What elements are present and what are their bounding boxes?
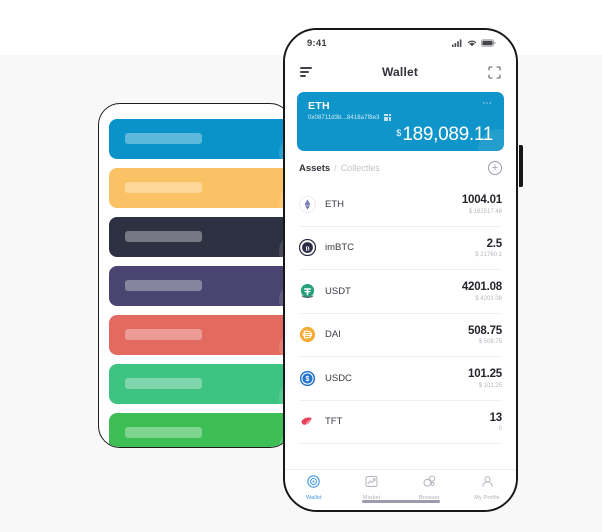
asset-fiat-value: $ 21760.1: [475, 252, 502, 258]
asset-values: 4201.08 $ 4201.08: [462, 281, 502, 302]
token-cards-phone: ♦B◆◇△NBL: [98, 103, 292, 448]
green2-card[interactable]: B: [109, 413, 291, 447]
hamburger-icon[interactable]: [300, 67, 312, 77]
tft-icon: [299, 413, 316, 430]
asset-values: 508.75 $ 508.75: [468, 325, 502, 346]
wallet-icon: [307, 475, 321, 493]
battery-icon: [481, 39, 496, 47]
purple-card[interactable]: ◇: [109, 266, 291, 306]
asset-fiat-value: $ 162517.48: [468, 208, 502, 215]
asset-symbol: TFT: [325, 416, 343, 428]
svg-text:B: B: [305, 246, 310, 253]
eth-icon: [299, 195, 316, 213]
wallet-address: 0x08711d3b...8418a7f8e3: [308, 114, 380, 121]
dark-card[interactable]: ◆: [109, 217, 291, 257]
phone-side-button[interactable]: [519, 145, 523, 187]
wallet-address-row[interactable]: 0x08711d3b...8418a7f8e3: [308, 114, 493, 122]
tab-separator: /: [334, 162, 337, 173]
wallet-phone: 9:41 Wallet ETH 0x08711d3b...8418a7f8e3 …: [283, 28, 518, 512]
asset-symbol: DAI: [325, 329, 341, 341]
asset-row[interactable]: TFT 13 0: [299, 401, 503, 444]
assets-header: Assets / Collectles +: [285, 153, 516, 183]
assets-tabs: Assets / Collectles: [299, 163, 380, 174]
bottom-tab-bar[interactable]: Wallet Market Browser My Profile: [285, 469, 516, 510]
asset-symbol: USDC: [325, 372, 352, 384]
phone-screen: 9:41 Wallet ETH 0x08711d3b...8418a7f8e3 …: [285, 30, 516, 510]
asset-list[interactable]: ETH 1004.01 $ 162517.48 BimBTC 2.5 $ 21760.1 U…: [285, 183, 516, 469]
wallet-balance: $ 189,089.11: [396, 125, 493, 145]
placeholder-bar: [125, 378, 202, 389]
asset-amount: 508.75: [468, 324, 502, 337]
tab-browser[interactable]: Browser: [406, 475, 452, 501]
asset-values: 13 0: [489, 411, 503, 433]
tab-my-profile[interactable]: My Profile: [464, 475, 510, 501]
balance-amount: 189,089.11: [402, 124, 493, 145]
asset-row[interactable]: $ USDC 101.25 $ 101.25: [299, 357, 502, 401]
asset-fiat-value: $ 508.75: [478, 339, 502, 345]
eth-card[interactable]: ♦: [109, 119, 291, 159]
asset-values: 2.5 $ 21760.1: [475, 238, 502, 259]
tab-assets[interactable]: Assets: [299, 163, 330, 174]
usdt-icon: [299, 283, 316, 300]
asset-values: 1004.01 $ 162517.48: [462, 194, 502, 215]
status-time: 9:41: [307, 37, 327, 49]
market-icon: [365, 475, 378, 493]
placeholder-bar: [125, 280, 202, 291]
asset-row[interactable]: BimBTC 2.5 $ 21760.1: [298, 227, 502, 270]
asset-symbol: imBTC: [325, 242, 355, 254]
token-card-stack: ♦B◆◇△NBL: [109, 119, 291, 447]
profile-icon: [481, 475, 494, 493]
asset-fiat-value: $ 4201.08: [475, 295, 502, 302]
asset-symbol: ETH: [325, 198, 344, 210]
dai-icon: [299, 326, 316, 343]
imbtc-icon: B: [298, 239, 317, 257]
scan-icon[interactable]: [488, 65, 501, 79]
asset-row[interactable]: DAI 508.75 $ 508.75: [299, 314, 502, 357]
plus-circle-icon[interactable]: +: [488, 161, 502, 175]
placeholder-bar: [125, 329, 202, 340]
asset-row[interactable]: ETH 1004.01 $ 162517.48: [299, 183, 502, 227]
asset-amount: 1004.01: [461, 194, 502, 206]
browser-icon: [423, 475, 436, 493]
placeholder-bar: [125, 182, 202, 193]
asset-amount: 101.25: [468, 368, 502, 380]
asset-fiat-value: $ 101.25: [478, 382, 502, 389]
wallet-balance-card[interactable]: ETH 0x08711d3b...8418a7f8e3 ⋯ $ 189,089.…: [297, 92, 504, 151]
red-card[interactable]: △: [109, 315, 291, 355]
asset-fiat-value: 0: [498, 426, 502, 432]
asset-values: 101.25 $ 101.25: [468, 368, 502, 389]
status-bar: 9:41: [285, 30, 516, 56]
currency-symbol: $: [396, 128, 402, 138]
usdc-icon: $: [299, 370, 316, 387]
page-title: Wallet: [381, 65, 419, 79]
tab-collectibles[interactable]: Collectles: [341, 163, 380, 173]
placeholder-bar: [125, 427, 202, 438]
asset-amount: 2.5: [486, 237, 503, 250]
btc-card[interactable]: B: [109, 168, 291, 208]
tab-wallet[interactable]: Wallet: [291, 475, 337, 501]
svg-text:$: $: [306, 376, 310, 383]
asset-amount: 13: [489, 411, 503, 424]
tab-label: Wallet: [306, 495, 322, 501]
asset-symbol: USDT: [325, 285, 351, 297]
status-icons: [452, 39, 496, 47]
asset-amount: 4201.08: [461, 281, 502, 293]
tab-label: My Profile: [474, 495, 500, 501]
asset-row[interactable]: USDT 4201.08 $ 4201.08: [299, 270, 502, 314]
qr-icon[interactable]: [383, 114, 391, 122]
placeholder-bar: [125, 231, 202, 242]
green-card[interactable]: N: [109, 364, 291, 404]
wifi-icon: [467, 40, 477, 47]
placeholder-bar: [125, 133, 202, 144]
wallet-name: ETH: [308, 100, 330, 112]
home-indicator: [361, 500, 440, 503]
tab-market[interactable]: Market: [349, 475, 395, 501]
more-dots-icon[interactable]: ⋯: [482, 99, 493, 109]
signal-icon: [452, 39, 462, 47]
nav-bar: Wallet: [285, 56, 516, 88]
